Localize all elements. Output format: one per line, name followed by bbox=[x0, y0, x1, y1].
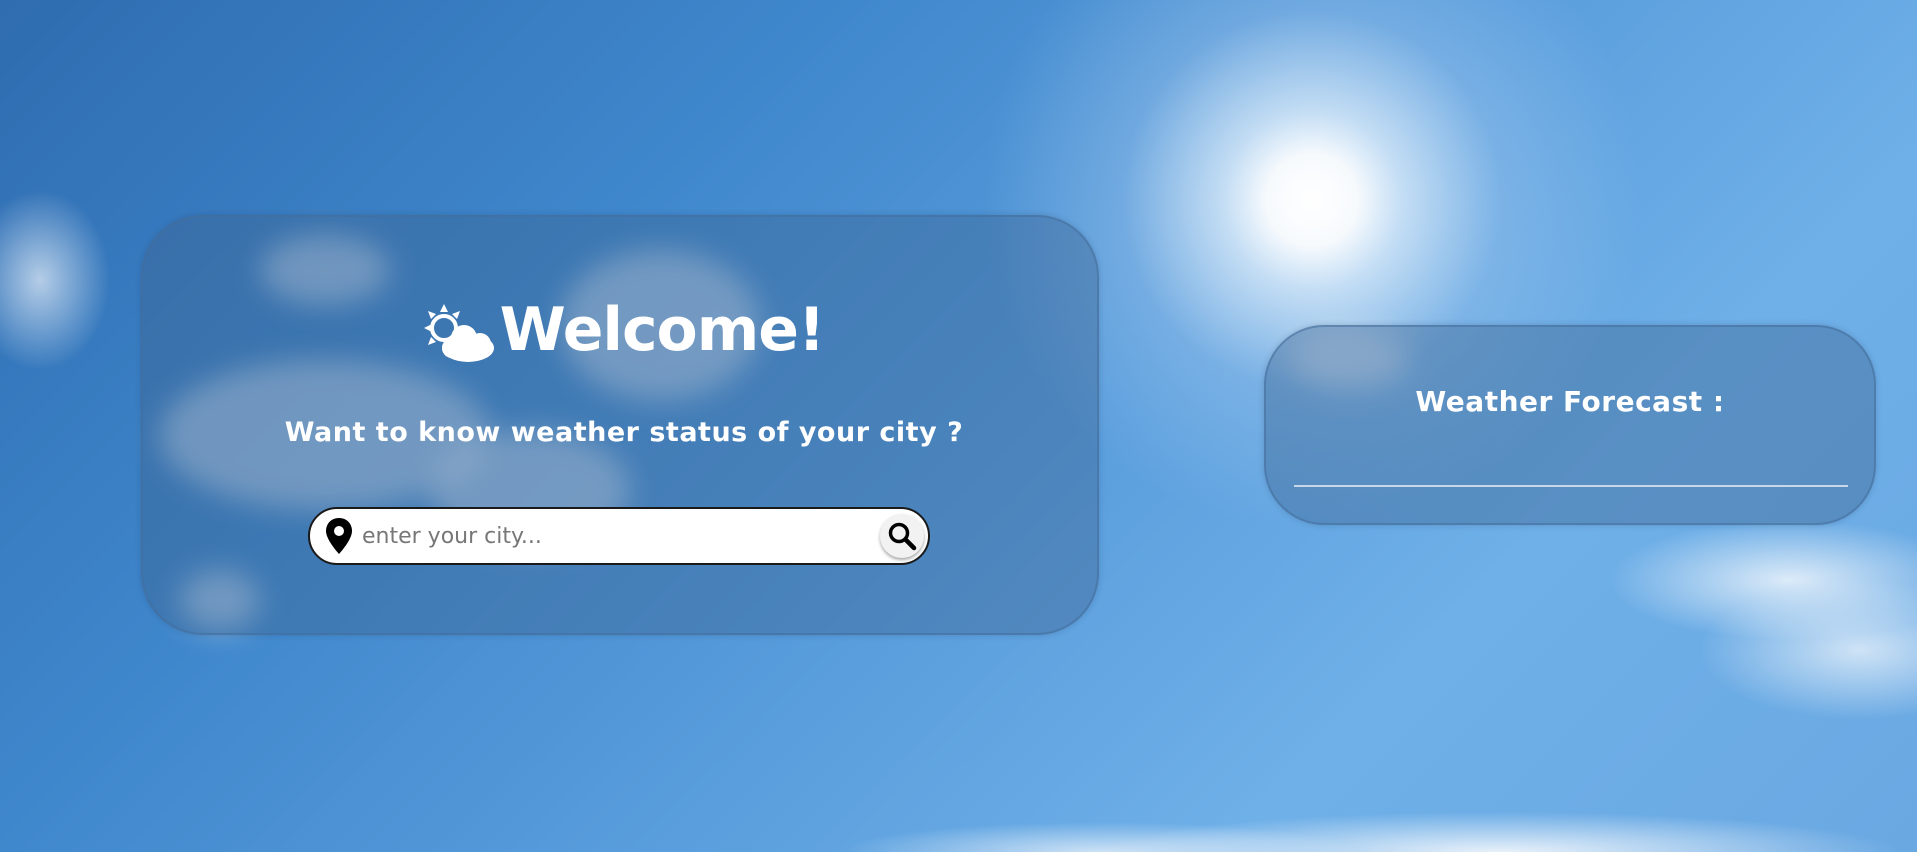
forecast-title: Weather Forecast : bbox=[1415, 385, 1725, 418]
city-search-input[interactable] bbox=[362, 516, 880, 556]
city-search-bar bbox=[308, 507, 930, 565]
search-button[interactable] bbox=[880, 514, 924, 558]
location-pin-icon bbox=[326, 518, 352, 554]
search-icon bbox=[888, 522, 917, 551]
welcome-subtitle: Want to know weather status of your city… bbox=[284, 417, 964, 448]
sun-cloud-icon bbox=[423, 304, 494, 362]
welcome-title: Welcome! bbox=[499, 295, 826, 365]
forecast-card: Weather Forecast : bbox=[1264, 325, 1876, 525]
forecast-divider bbox=[1294, 485, 1848, 487]
welcome-heading: Welcome! bbox=[143, 292, 1097, 368]
welcome-card: Welcome! Want to know weather status of … bbox=[141, 215, 1099, 635]
